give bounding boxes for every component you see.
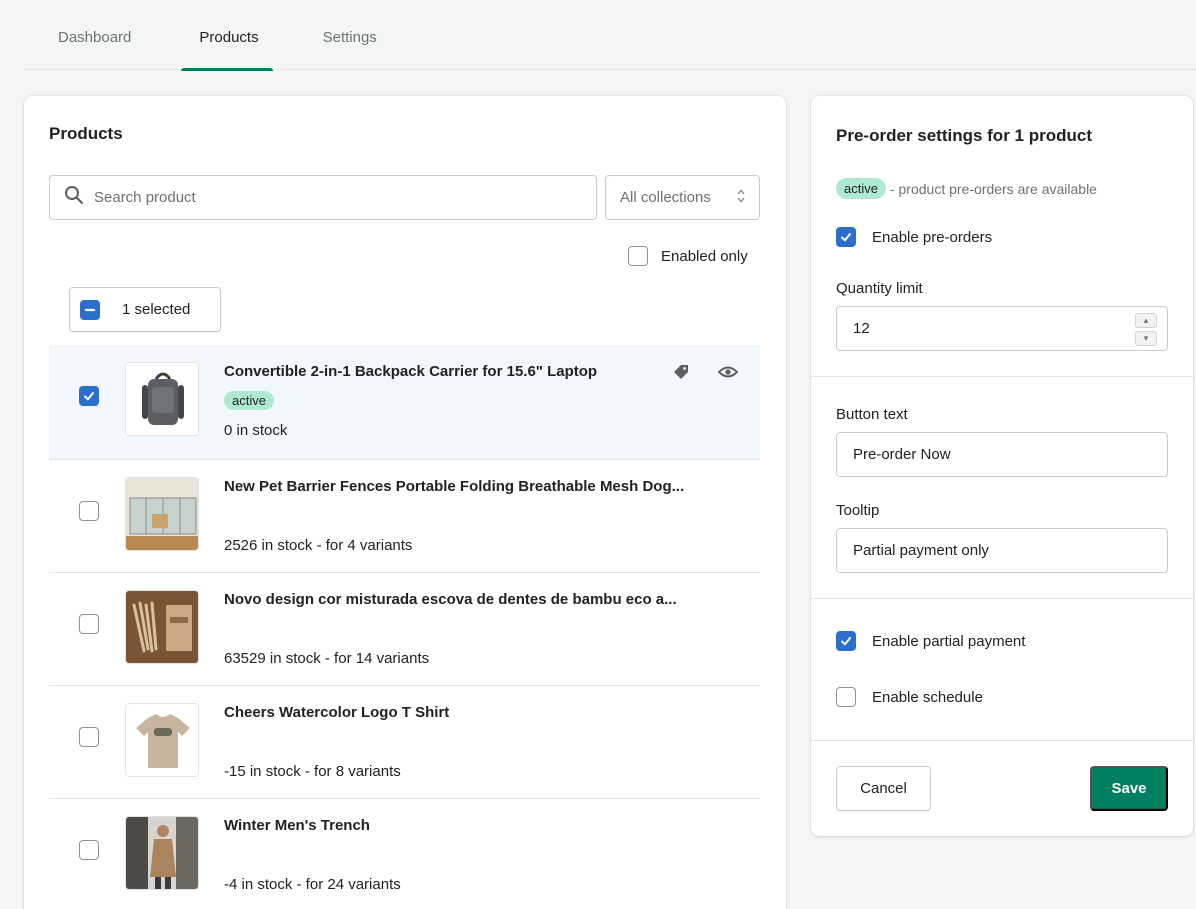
section-divider — [811, 740, 1193, 741]
product-stock: 0 in stock — [224, 422, 288, 439]
tooltip-field[interactable]: Partial payment only — [836, 528, 1168, 573]
product-row[interactable]: Winter Men's Trench -4 in stock - for 24… — [49, 799, 760, 909]
product-thumbnail-tshirt — [125, 703, 199, 777]
row-checkbox[interactable] — [79, 614, 99, 634]
save-button[interactable]: Save — [1090, 766, 1168, 811]
product-stock: -4 in stock - for 24 variants — [224, 876, 401, 893]
search-input[interactable] — [94, 189, 574, 206]
product-title[interactable]: Winter Men's Trench — [224, 817, 370, 834]
product-title[interactable]: Convertible 2-in-1 Backpack Carrier for … — [224, 363, 597, 380]
tab-dashboard[interactable]: Dashboard — [24, 10, 165, 70]
quantity-stepper[interactable]: ▴ ▾ — [1135, 313, 1157, 346]
tab-settings[interactable]: Settings — [289, 10, 407, 70]
button-text-value: Pre-order Now — [853, 446, 951, 463]
enable-schedule-option[interactable]: Enable schedule — [836, 687, 983, 707]
quantity-limit-field[interactable]: 12 ▴ ▾ — [836, 306, 1168, 351]
tag-icon[interactable] — [672, 363, 690, 386]
row-checkbox[interactable] — [79, 386, 99, 406]
bulk-select-label: 1 selected — [122, 301, 191, 318]
stepper-down-icon[interactable]: ▾ — [1135, 331, 1157, 346]
row-checkbox[interactable] — [79, 727, 99, 747]
tooltip-label: Tooltip — [836, 502, 880, 519]
enable-preorders-label: Enable pre-orders — [872, 228, 993, 246]
status-text: - product pre-orders are available — [889, 180, 1097, 197]
enable-schedule-checkbox[interactable] — [836, 687, 856, 707]
row-checkbox[interactable] — [79, 501, 99, 521]
product-thumbnail-pet-fence — [125, 477, 199, 551]
product-stock: 63529 in stock - for 14 variants — [224, 650, 430, 667]
preorder-status: active - product pre-orders are availabl… — [836, 178, 1097, 199]
product-stock: -15 in stock - for 8 variants — [224, 763, 401, 780]
checkmark-icon — [841, 233, 851, 242]
search-icon — [64, 185, 84, 210]
stepper-up-icon[interactable]: ▴ — [1135, 313, 1157, 328]
bulk-select-button[interactable]: 1 selected — [69, 287, 221, 332]
product-title[interactable]: Cheers Watercolor Logo T Shirt — [224, 704, 449, 721]
enable-partial-payment-option[interactable]: Enable partial payment — [836, 631, 1025, 651]
search-box[interactable] — [49, 175, 597, 220]
product-thumbnail-backpack — [125, 362, 199, 436]
minus-icon — [84, 308, 96, 311]
cancel-button[interactable]: Cancel — [836, 766, 931, 811]
enable-preorders-option[interactable]: Enable pre-orders — [836, 227, 992, 247]
enable-partial-payment-checkbox[interactable] — [836, 631, 856, 651]
enabled-only-label: Enabled only — [661, 247, 748, 265]
eye-icon[interactable] — [717, 363, 739, 386]
product-row[interactable]: Novo design cor misturada escova de dent… — [49, 573, 760, 686]
row-actions — [672, 363, 739, 386]
enable-preorders-checkbox[interactable] — [836, 227, 856, 247]
status-badge: active — [224, 391, 274, 410]
select-arrows-icon — [737, 188, 745, 207]
section-divider — [811, 598, 1193, 599]
quantity-limit-label: Quantity limit — [836, 280, 923, 297]
settings-title: Pre-order settings for 1 product — [836, 126, 1092, 145]
product-thumbnail-trench — [125, 816, 199, 890]
product-row[interactable]: New Pet Barrier Fences Portable Folding … — [49, 460, 760, 573]
tab-bar: Dashboard Products Settings — [24, 10, 1196, 71]
enabled-only-checkbox[interactable] — [628, 246, 648, 266]
product-title[interactable]: New Pet Barrier Fences Portable Folding … — [224, 478, 684, 495]
products-card: Products All collections Enabled only 1 … — [24, 96, 786, 909]
product-row[interactable]: Convertible 2-in-1 Backpack Carrier for … — [49, 345, 760, 460]
checkmark-icon — [84, 392, 94, 401]
product-thumbnail-toothbrush — [125, 590, 199, 664]
collections-select[interactable]: All collections — [605, 175, 760, 220]
tooltip-value: Partial payment only — [853, 542, 989, 559]
row-checkbox[interactable] — [79, 840, 99, 860]
collections-select-value: All collections — [620, 189, 711, 206]
status-badge: active — [836, 178, 886, 199]
products-title: Products — [49, 124, 123, 143]
button-text-label: Button text — [836, 406, 908, 423]
product-title[interactable]: Novo design cor misturada escova de dent… — [224, 591, 677, 608]
quantity-limit-value: 12 — [853, 320, 870, 337]
preorder-settings-card: Pre-order settings for 1 product active … — [811, 96, 1193, 836]
checkmark-icon — [841, 637, 851, 646]
enable-partial-payment-label: Enable partial payment — [872, 632, 1026, 650]
section-divider — [811, 376, 1193, 377]
product-row[interactable]: Cheers Watercolor Logo T Shirt -15 in st… — [49, 686, 760, 799]
enable-schedule-label: Enable schedule — [872, 688, 983, 706]
enabled-only-filter[interactable]: Enabled only — [628, 246, 748, 266]
bulk-select-checkbox[interactable] — [80, 299, 100, 320]
product-list: Convertible 2-in-1 Backpack Carrier for … — [49, 345, 760, 909]
button-text-field[interactable]: Pre-order Now — [836, 432, 1168, 477]
tab-products[interactable]: Products — [165, 10, 288, 71]
product-stock: 2526 in stock - for 4 variants — [224, 537, 413, 554]
